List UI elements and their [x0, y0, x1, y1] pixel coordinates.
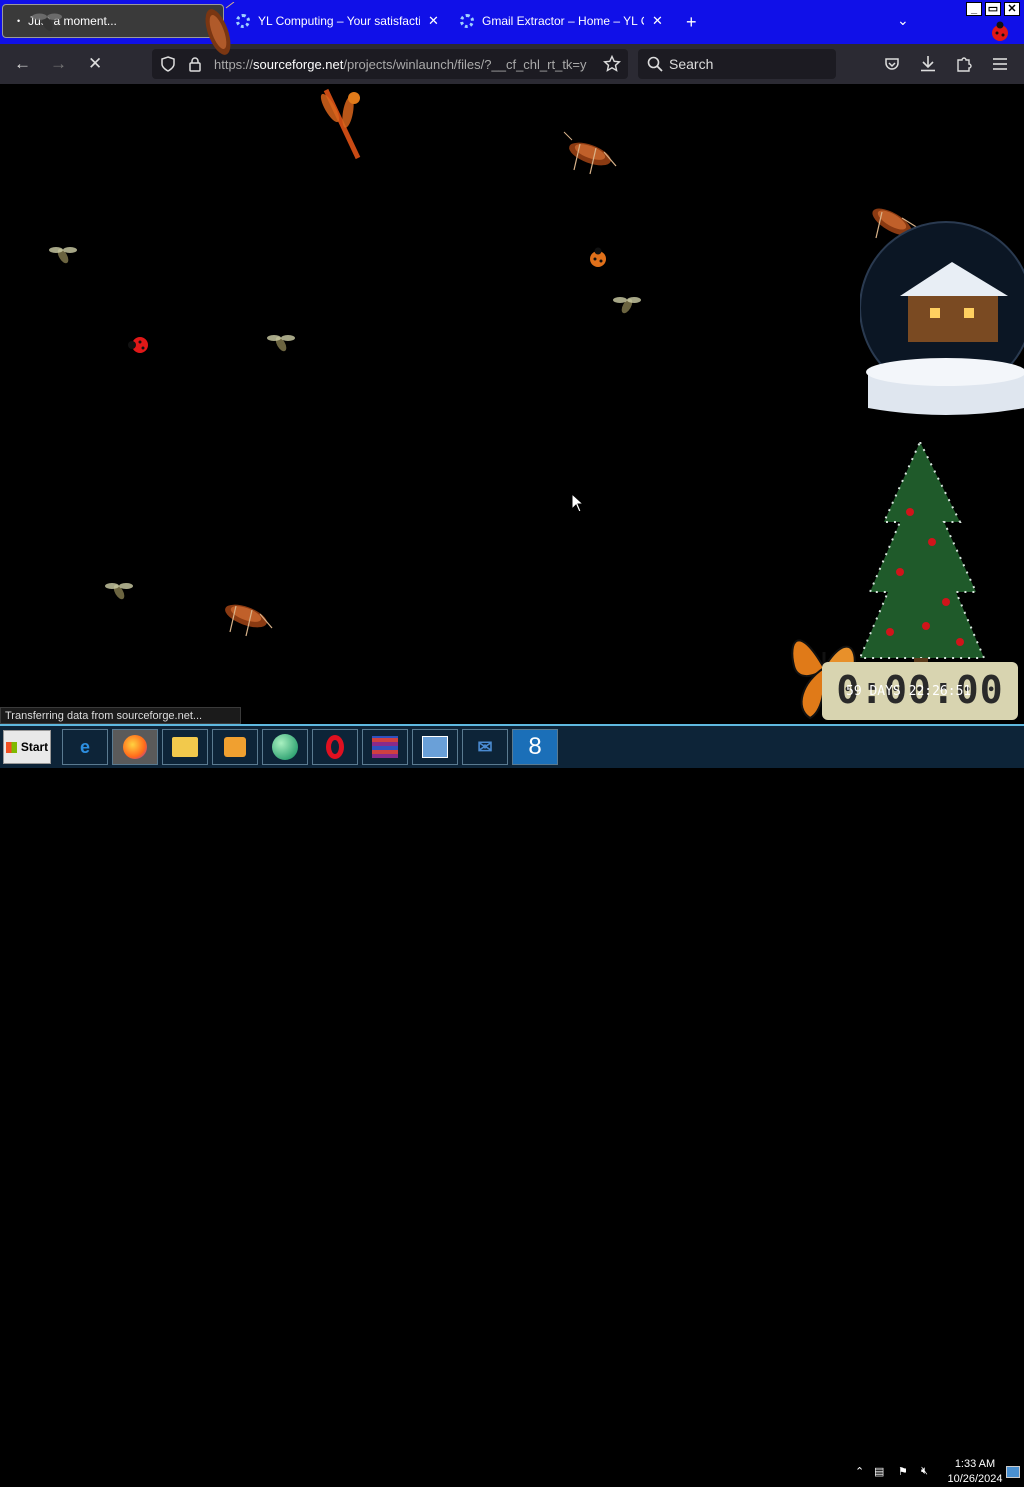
tab-title: YL Computing – Your satisfaction i	[258, 14, 420, 28]
url-path: /projects/winlaunch/files/?__cf_chl_rt_t…	[343, 57, 587, 72]
cockroach-icon	[225, 604, 273, 637]
url-text[interactable]: https://sourceforge.net/projects/winlaun…	[214, 57, 596, 72]
ladybug-icon	[128, 337, 148, 353]
close-window-button[interactable]: ✕	[1004, 2, 1020, 16]
shield-icon[interactable]	[160, 56, 176, 72]
winrar-taskbar-icon[interactable]	[362, 729, 408, 765]
pocket-icon[interactable]	[884, 56, 900, 72]
search-bar[interactable]	[638, 49, 836, 79]
app-8-taskbar-icon[interactable]: 8	[512, 729, 558, 765]
forward-button[interactable]: →	[50, 54, 67, 74]
mail-taskbar-icon[interactable]: ✉	[462, 729, 508, 765]
start-label: Start	[20, 740, 49, 754]
firefox-taskbar-icon[interactable]	[112, 729, 158, 765]
fly-icon	[105, 583, 133, 600]
close-tab-icon[interactable]: ✕	[428, 13, 439, 29]
downloads-icon[interactable]	[920, 55, 936, 72]
url-domain: sourceforge.net	[253, 57, 344, 72]
loading-icon: •	[17, 16, 21, 26]
fly-icon	[267, 335, 295, 352]
clock-time: 1:33 AM	[954, 1458, 996, 1470]
windows-logo-icon	[5, 741, 17, 753]
media-player-taskbar-icon[interactable]	[212, 729, 258, 765]
ladybug-icon	[992, 21, 1008, 41]
fly-icon	[32, 13, 62, 31]
search-placeholder: Search	[669, 56, 714, 72]
file-explorer-taskbar-icon[interactable]	[162, 729, 208, 765]
action-center-flag-icon[interactable]: ⚑	[898, 1465, 908, 1478]
countdown-timer-label: 59 DAYS 22:26:51	[846, 684, 972, 699]
minimize-button[interactable]: _	[966, 2, 982, 16]
internet-explorer-taskbar-icon[interactable]: e	[62, 729, 108, 765]
cockroach-icon	[563, 131, 617, 175]
gear-icon	[460, 14, 474, 28]
christmas-tree-icon	[860, 442, 986, 670]
stop-button[interactable]: ✕	[88, 54, 102, 74]
system-clock[interactable]: 1:33 AM 10/26/2024	[942, 1457, 1008, 1487]
network-icon[interactable]: ▤	[874, 1465, 884, 1478]
tab-gmail-extractor[interactable]: Gmail Extractor – Home – YL Compu ✕	[460, 4, 664, 38]
tab-list-chevron-icon[interactable]: ⌄	[897, 12, 909, 29]
close-tab-icon[interactable]: ✕	[652, 13, 663, 29]
maximize-button[interactable]: ▭	[985, 2, 1001, 16]
bookmark-star-icon[interactable]	[603, 55, 621, 73]
taskbar: Start e ✉ 8 ⌃ ▤ ⚑ 🔇︎ 1:33 AM 10/26/2024	[0, 724, 1024, 1485]
ladybug-icon	[590, 247, 606, 267]
tab-title: Gmail Extractor – Home – YL Compu	[482, 14, 644, 28]
tab-yl-computing[interactable]: YL Computing – Your satisfaction i ✕	[236, 4, 440, 38]
menu-icon[interactable]	[992, 57, 1008, 71]
globe-browser-taskbar-icon[interactable]	[262, 729, 308, 765]
dragonfly-icon	[320, 88, 361, 160]
search-icon	[647, 56, 663, 72]
start-button[interactable]: Start	[3, 730, 51, 764]
snow-globe-icon	[860, 221, 1024, 415]
fly-icon	[613, 297, 641, 314]
cockroach-icon	[205, 2, 235, 55]
status-bar-text: Transferring data from sourceforge.net..…	[0, 707, 241, 724]
opera-taskbar-icon[interactable]	[312, 729, 358, 765]
control-panel-taskbar-icon[interactable]	[412, 729, 458, 765]
new-tab-button[interactable]: +	[686, 12, 697, 33]
extensions-icon[interactable]	[956, 55, 973, 72]
back-button[interactable]: ←	[14, 54, 31, 74]
fly-icon	[49, 247, 77, 264]
mouse-cursor-icon	[571, 493, 585, 513]
show-hidden-icons-chevron[interactable]: ⌃	[855, 1465, 864, 1478]
volume-muted-icon[interactable]: 🔇︎	[921, 1465, 928, 1478]
clock-date: 10/26/2024	[947, 1473, 1003, 1485]
browser-tab-bar: • Just a moment... YL Computing – Your s…	[0, 0, 1024, 44]
show-desktop-icon[interactable]	[1006, 1466, 1020, 1478]
